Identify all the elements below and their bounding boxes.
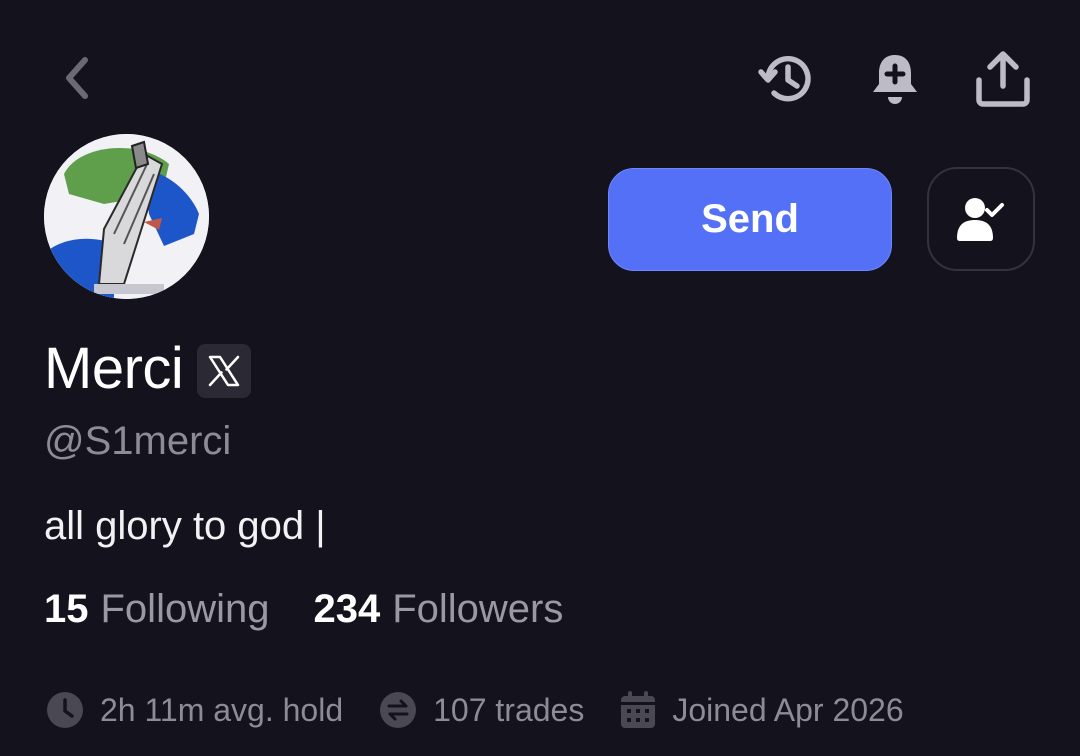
avg-hold-item: 2h 11m avg. hold (46, 690, 343, 730)
followers-label: Followers (392, 587, 564, 631)
chevron-left-icon (66, 57, 88, 99)
profile-meta: 2h 11m avg. hold 107 trades Joined Apr 2… (46, 690, 904, 730)
display-name: Merci (44, 336, 184, 401)
history-button[interactable] (756, 48, 818, 110)
following-stat[interactable]: 15 Following (44, 585, 269, 633)
x-logo-icon (209, 355, 240, 387)
following-label: Following (100, 587, 270, 631)
user-check-icon (957, 198, 1004, 241)
followers-stat[interactable]: 234 Followers (313, 585, 563, 633)
share-button[interactable] (972, 48, 1034, 110)
x-profile-link[interactable] (197, 344, 252, 398)
share-icon (976, 51, 1030, 107)
calendar-icon (621, 691, 656, 728)
send-button[interactable]: Send (608, 168, 892, 271)
bell-add-icon (873, 55, 917, 104)
swap-icon (380, 692, 417, 728)
avatar-image (44, 134, 209, 299)
back-button[interactable] (50, 52, 102, 104)
top-actions (756, 48, 1034, 110)
avatar (44, 134, 209, 299)
joined-item: Joined Apr 2026 (620, 690, 904, 730)
clock-icon (47, 692, 83, 728)
history-icon (758, 56, 811, 102)
follow-stats: 15 Following 234 Followers (44, 585, 563, 633)
following-count: 15 (44, 587, 89, 631)
send-button-label: Send (701, 197, 799, 241)
name-row: Merci (44, 336, 252, 402)
following-toggle-button[interactable] (927, 167, 1035, 271)
user-bio: all glory to god | (44, 504, 326, 548)
joined-text: Joined Apr 2026 (672, 692, 904, 728)
trades-text: 107 trades (433, 692, 585, 728)
followers-count: 234 (313, 587, 381, 631)
user-handle: @S1merci (44, 419, 232, 463)
profile-screen: Send Merci @S1merci all glory to god | 1… (0, 0, 1080, 756)
avg-hold-text: 2h 11m avg. hold (100, 692, 344, 728)
add-alert-button[interactable] (864, 48, 926, 110)
trades-item: 107 trades (379, 690, 584, 730)
